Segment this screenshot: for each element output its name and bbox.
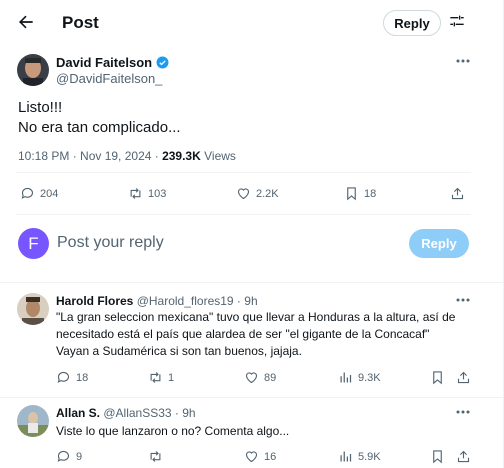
reply-header: Harold Flores @Harold_flores19 · 9h [56, 294, 258, 308]
reply-author-name[interactable]: Harold Flores [56, 294, 133, 308]
bookmark-action[interactable] [430, 449, 445, 464]
comment-icon [57, 371, 70, 383]
reply-composer-input[interactable]: Post your reply [57, 234, 164, 252]
share-action[interactable] [456, 449, 471, 464]
post-text: Listo!!! No era tan complicado... [18, 99, 181, 136]
comment-icon [21, 187, 34, 199]
repost-icon [130, 188, 141, 199]
verified-badge-icon [156, 56, 169, 69]
heart-icon [245, 451, 258, 463]
repost-icon [150, 451, 161, 462]
avatar[interactable] [17, 293, 49, 325]
heart-icon [237, 188, 250, 200]
more-options-icon[interactable] [455, 58, 471, 64]
more-options-icon[interactable] [455, 409, 471, 415]
reply-author-name[interactable]: Allan S. [56, 406, 100, 420]
bookmark-action[interactable]: 18 [344, 186, 376, 201]
repost-action[interactable] [148, 449, 168, 464]
bookmark-icon [347, 187, 356, 201]
share-icon [457, 371, 470, 384]
analytics-icon [340, 372, 352, 383]
reply-action[interactable]: 204 [20, 186, 58, 201]
divider [16, 214, 471, 215]
reply-text: Viste lo que lanzaron o no? Comenta algo… [56, 424, 290, 438]
reply-handle-time[interactable]: @AllanSS33 · 9h [103, 406, 195, 420]
reply-action[interactable]: 18 [56, 370, 88, 385]
user-avatar: F [18, 228, 49, 259]
like-action[interactable]: 89 [244, 370, 276, 385]
post-meta: 10:18 PM · Nov 19, 2024 · 239.3K Views [18, 149, 236, 163]
author-name[interactable]: David Faitelson [56, 55, 169, 70]
views-action[interactable]: 9.3K [338, 370, 381, 385]
share-icon [457, 450, 470, 463]
reply-action[interactable]: 9 [56, 449, 82, 464]
repost-icon [150, 372, 161, 383]
bookmark-action[interactable] [430, 370, 445, 385]
reply-header: Allan S. @AllanSS33 · 9h [56, 406, 196, 420]
divider [16, 172, 471, 173]
reply-text: "La gran seleccion mexicana" tuvo que ll… [56, 310, 456, 358]
comment-icon [57, 450, 70, 462]
more-options-icon[interactable] [455, 297, 471, 303]
divider [0, 397, 503, 398]
author-handle[interactable]: @DavidFaitelson_ [56, 71, 162, 86]
page-title: Post [62, 13, 99, 32]
avatar[interactable] [17, 54, 49, 86]
avatar[interactable] [17, 405, 49, 437]
analytics-icon [340, 451, 352, 462]
like-action[interactable]: 2.2K [236, 186, 279, 201]
bookmark-icon [433, 371, 442, 385]
back-arrow-icon[interactable] [16, 12, 36, 32]
post-timestamp[interactable]: 10:18 PM · Nov 19, 2024 · [18, 149, 162, 163]
views-count: 239.3K [162, 149, 201, 163]
reply-handle-time[interactable]: @Harold_flores19 · 9h [137, 294, 258, 308]
views-action[interactable]: 5.9K [338, 449, 381, 464]
repost-action[interactable]: 1 [148, 370, 174, 385]
heart-icon [245, 372, 258, 384]
like-action[interactable]: 16 [244, 449, 276, 464]
divider [0, 282, 503, 283]
share-action[interactable] [450, 186, 465, 201]
views-label: Views [200, 149, 236, 163]
top-bar: Post Reply [0, 0, 503, 46]
reply-button[interactable]: Reply [383, 10, 441, 36]
repost-action[interactable]: 103 [128, 186, 166, 201]
settings-sliders-icon[interactable] [449, 13, 465, 29]
share-icon [451, 187, 464, 200]
submit-reply-button[interactable]: Reply [409, 229, 469, 258]
bookmark-icon [433, 450, 442, 464]
share-action[interactable] [456, 370, 471, 385]
